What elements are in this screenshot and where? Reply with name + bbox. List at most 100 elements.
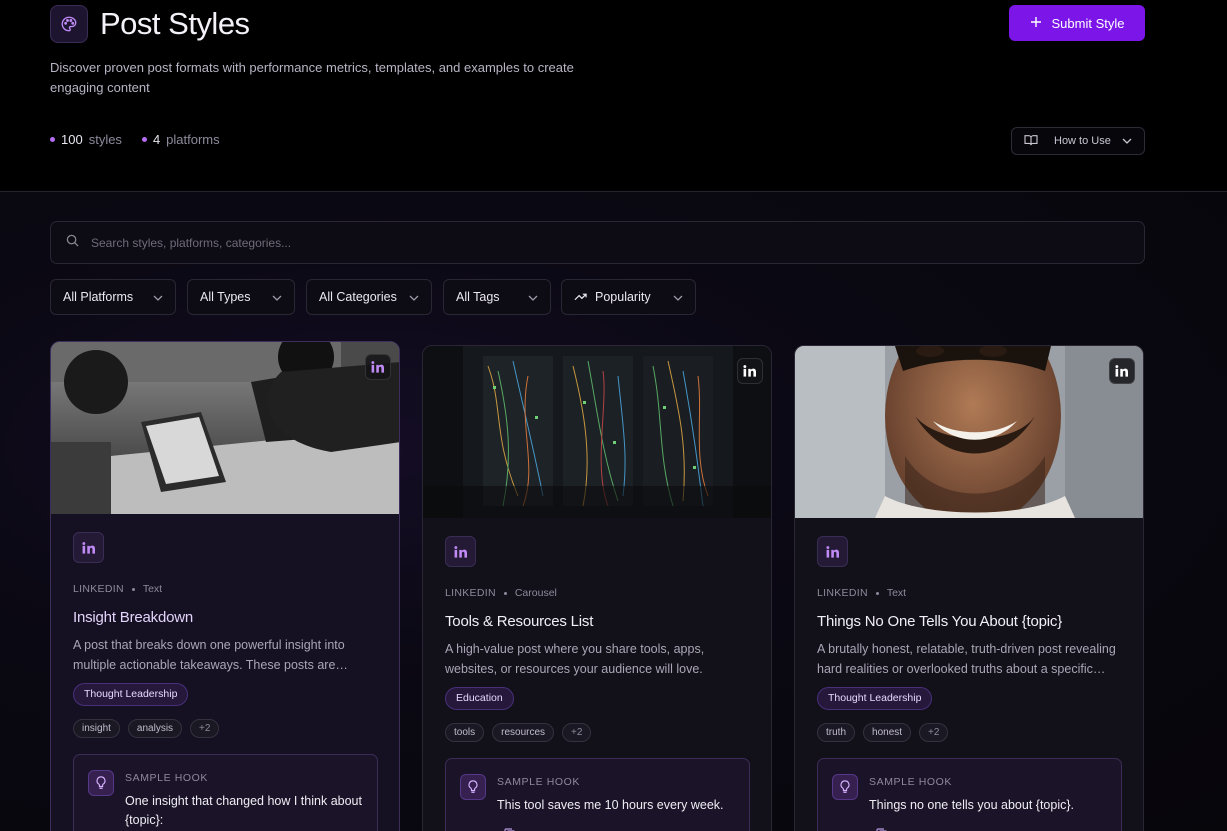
palette-icon	[50, 5, 88, 43]
tag-list: tools resources +2	[445, 723, 751, 742]
card-description: A post that breaks down one powerful ins…	[73, 638, 348, 672]
trending-up-icon	[574, 290, 587, 304]
card-title: Insight Breakdown	[73, 609, 194, 626]
linkedin-icon	[817, 536, 848, 567]
linkedin-icon	[1109, 358, 1135, 384]
filter-label: All Platforms	[63, 290, 134, 304]
card-description: A brutally honest, relatable, truth-driv…	[817, 642, 1116, 676]
tag-pill[interactable]: insight	[73, 719, 120, 738]
style-card[interactable]: LINKEDIN Text Things No One Tells You Ab…	[794, 345, 1144, 831]
meta-separator	[131, 587, 135, 591]
stat-dot	[50, 137, 55, 142]
how-to-use-label: How to Use	[1054, 135, 1111, 147]
chevron-down-icon	[1122, 135, 1132, 147]
page-title: Post Styles	[100, 6, 250, 41]
platform-filter[interactable]: All Platforms	[50, 279, 176, 315]
submit-style-button[interactable]: Submit Style	[1009, 5, 1145, 41]
stats-row: 100 styles 4 platforms	[50, 132, 220, 147]
card-platform: LINKEDIN	[73, 583, 124, 595]
tag-filter[interactable]: All Tags	[443, 279, 551, 315]
sample-hook-label: SAMPLE HOOK	[497, 776, 581, 788]
sample-hook-box: SAMPLE HOOK One insight that changed how…	[73, 754, 378, 831]
lightbulb-icon	[460, 774, 486, 800]
card-title: Tools & Resources List	[445, 613, 594, 630]
sample-hook-box: SAMPLE HOOK Things no one tells you abou…	[817, 758, 1122, 831]
stat-number: 4	[152, 132, 161, 147]
tag-list: insight analysis +2	[73, 719, 379, 738]
lightbulb-icon	[88, 770, 114, 796]
search-input[interactable]	[91, 235, 1144, 250]
linkedin-icon	[737, 358, 763, 384]
card-meta: LINKEDIN Carousel	[445, 587, 751, 599]
filter-label: Popularity	[595, 290, 651, 304]
meta-separator	[875, 591, 879, 595]
filter-label: All Categories	[319, 290, 397, 304]
sample-hook-label: SAMPLE HOOK	[125, 772, 209, 784]
meta-separator	[503, 591, 507, 595]
card-meta: LINKEDIN Text	[817, 587, 1123, 599]
filter-label: All Tags	[456, 290, 500, 304]
card-platform: LINKEDIN	[817, 587, 868, 599]
book-icon	[1024, 134, 1038, 149]
submit-style-label: Submit Style	[1051, 15, 1125, 31]
card-image	[423, 346, 771, 518]
card-body: LINKEDIN Text Insight Breakdown A post t…	[73, 532, 379, 831]
chevron-down-icon	[153, 290, 163, 304]
copy-icon[interactable]	[503, 827, 517, 831]
card-type: Text	[142, 583, 163, 595]
tag-pill[interactable]: honest	[863, 723, 912, 742]
card-title: Things No One Tells You About {topic}	[817, 613, 1063, 630]
chevron-down-icon	[673, 290, 683, 304]
plus-icon	[1030, 16, 1042, 31]
search-bar	[50, 221, 1145, 264]
chevron-down-icon	[409, 290, 419, 304]
stat-label: platforms	[166, 132, 220, 147]
card-body: LINKEDIN Carousel Tools & Resources List…	[445, 536, 751, 831]
card-type: Text	[886, 587, 907, 599]
category-pill[interactable]: Thought Leadership	[73, 683, 189, 706]
lightbulb-icon	[832, 774, 858, 800]
category-pill[interactable]: Thought Leadership	[817, 687, 933, 710]
linkedin-icon	[365, 354, 391, 380]
card-image	[795, 346, 1143, 518]
sample-hook-text: This tool saves me 10 hours every week.	[497, 798, 724, 812]
tag-pill[interactable]: tools	[445, 723, 485, 742]
sample-hook-label: SAMPLE HOOK	[869, 776, 953, 788]
card-type: Carousel	[514, 587, 557, 599]
tag-pill[interactable]: analysis	[127, 719, 183, 738]
stat-styles: 100 styles	[50, 132, 122, 147]
linkedin-icon	[445, 536, 476, 567]
style-card[interactable]: LINKEDIN Text Insight Breakdown A post t…	[50, 341, 400, 831]
linkedin-icon	[73, 532, 104, 563]
card-platform: LINKEDIN	[445, 587, 496, 599]
stat-platforms: 4 platforms	[141, 132, 220, 147]
style-card[interactable]: LINKEDIN Carousel Tools & Resources List…	[422, 345, 772, 831]
sort-filter[interactable]: Popularity	[561, 279, 696, 315]
more-tags-pill[interactable]: +2	[919, 723, 949, 742]
sample-hook-box: SAMPLE HOOK This tool saves me 10 hours …	[445, 758, 750, 831]
tag-pill[interactable]: truth	[817, 723, 856, 742]
search-icon	[66, 234, 79, 252]
type-filter[interactable]: All Types	[187, 279, 295, 315]
card-image	[51, 342, 399, 514]
chevron-down-icon	[272, 290, 282, 304]
how-to-use-button[interactable]: How to Use	[1011, 127, 1145, 155]
category-pill[interactable]: Education	[445, 687, 514, 710]
category-filter[interactable]: All Categories	[306, 279, 432, 315]
chevron-down-icon	[528, 290, 538, 304]
sample-hook-text: One insight that changed how I think abo…	[125, 794, 362, 827]
sample-hook-text: Things no one tells you about {topic}.	[869, 798, 1075, 812]
copy-icon[interactable]	[875, 827, 889, 831]
stat-number: 100	[61, 132, 83, 147]
tag-pill[interactable]: resources	[492, 723, 555, 742]
filter-label: All Types	[200, 290, 251, 304]
stat-label: styles	[88, 132, 122, 147]
page-subtitle: Discover proven post formats with perfor…	[50, 60, 574, 95]
more-tags-pill[interactable]: +2	[562, 723, 592, 742]
tag-list: truth honest +2	[817, 723, 1123, 742]
more-tags-pill[interactable]: +2	[190, 719, 220, 738]
card-meta: LINKEDIN Text	[73, 583, 379, 595]
card-body: LINKEDIN Text Things No One Tells You Ab…	[817, 536, 1123, 831]
card-description: A high-value post where you share tools,…	[445, 642, 705, 676]
stat-dot	[141, 137, 147, 142]
